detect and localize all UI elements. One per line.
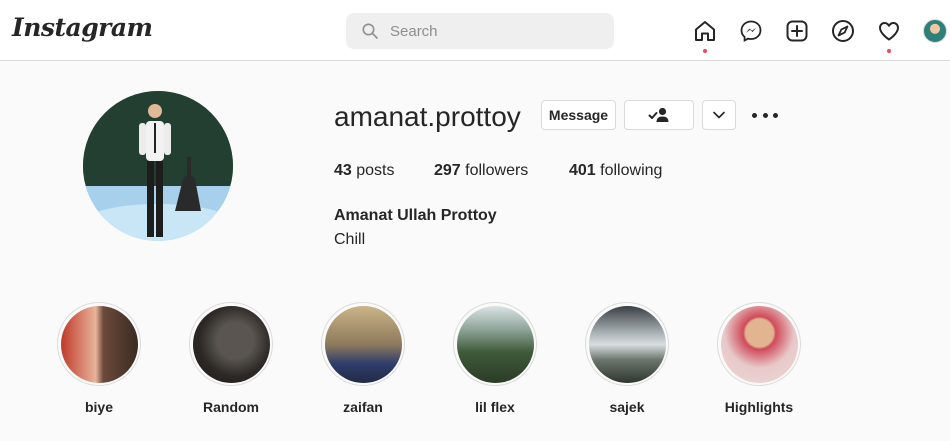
- highlight-cover: [192, 305, 270, 383]
- highlight-ring: [717, 302, 801, 386]
- highlight-lil-flex[interactable]: lil flex: [453, 302, 537, 415]
- more-options-icon[interactable]: [752, 106, 778, 124]
- posts-stat: 43 posts: [334, 162, 395, 180]
- followers-count: 297: [434, 162, 461, 179]
- highlight-ring: [453, 302, 537, 386]
- top-navbar: Instagram: [0, 0, 950, 61]
- explore-icon[interactable]: [831, 19, 855, 43]
- following-stat[interactable]: 401 following: [569, 162, 662, 180]
- profile-full-name: Amanat Ullah Prottoy: [334, 207, 497, 224]
- instagram-logo[interactable]: Instagram: [12, 13, 153, 42]
- suggested-accounts-dropdown[interactable]: [702, 100, 736, 130]
- highlight-label: Random: [203, 399, 259, 415]
- messenger-icon[interactable]: [739, 19, 763, 43]
- highlight-label: sajek: [609, 399, 645, 415]
- profile-username: amanat.prottoy: [334, 101, 521, 132]
- highlight-biye[interactable]: biye: [57, 302, 141, 415]
- posts-label: posts: [356, 162, 395, 179]
- highlight-ring: [585, 302, 669, 386]
- home-notification-dot: [703, 49, 707, 53]
- highlight-ring: [57, 302, 141, 386]
- new-post-icon[interactable]: [785, 19, 809, 43]
- highlight-cover: [324, 305, 402, 383]
- activity-heart-icon[interactable]: [877, 19, 901, 43]
- highlight-random[interactable]: Random: [189, 302, 273, 415]
- followers-stat[interactable]: 297 followers: [434, 162, 528, 180]
- highlight-label: biye: [84, 399, 113, 415]
- highlight-cover: [456, 305, 534, 383]
- highlight-cover: [60, 305, 138, 383]
- highlight-ring: [189, 302, 273, 386]
- chevron-down-icon: [713, 111, 725, 119]
- highlight-label: Highlights: [724, 399, 794, 415]
- search-box[interactable]: [346, 13, 614, 49]
- highlight-highlights[interactable]: Highlights: [717, 302, 801, 415]
- profile-avatar[interactable]: [923, 19, 947, 43]
- highlight-ring: [321, 302, 405, 386]
- profile-picture[interactable]: [83, 91, 233, 241]
- message-button[interactable]: Message: [541, 100, 616, 130]
- profile-bio: Chill: [334, 231, 366, 248]
- highlight-label: zaifan: [343, 399, 383, 415]
- following-label: following: [600, 162, 663, 179]
- highlight-cover: [588, 305, 666, 383]
- activity-notification-dot: [887, 49, 891, 53]
- profile-photo-illustration: [83, 91, 233, 241]
- following-button[interactable]: [624, 100, 694, 130]
- highlight-sajek[interactable]: sajek: [585, 302, 669, 415]
- highlight-cover: [720, 305, 798, 383]
- highlight-zaifan[interactable]: zaifan: [321, 302, 405, 415]
- person-check-icon: [648, 107, 669, 122]
- home-icon[interactable]: [693, 19, 717, 43]
- highlight-label: lil flex: [475, 399, 515, 415]
- search-icon: [362, 23, 378, 39]
- following-count: 401: [569, 162, 596, 179]
- followers-label: followers: [465, 162, 529, 179]
- posts-count: 43: [334, 162, 352, 179]
- search-input[interactable]: [390, 22, 590, 40]
